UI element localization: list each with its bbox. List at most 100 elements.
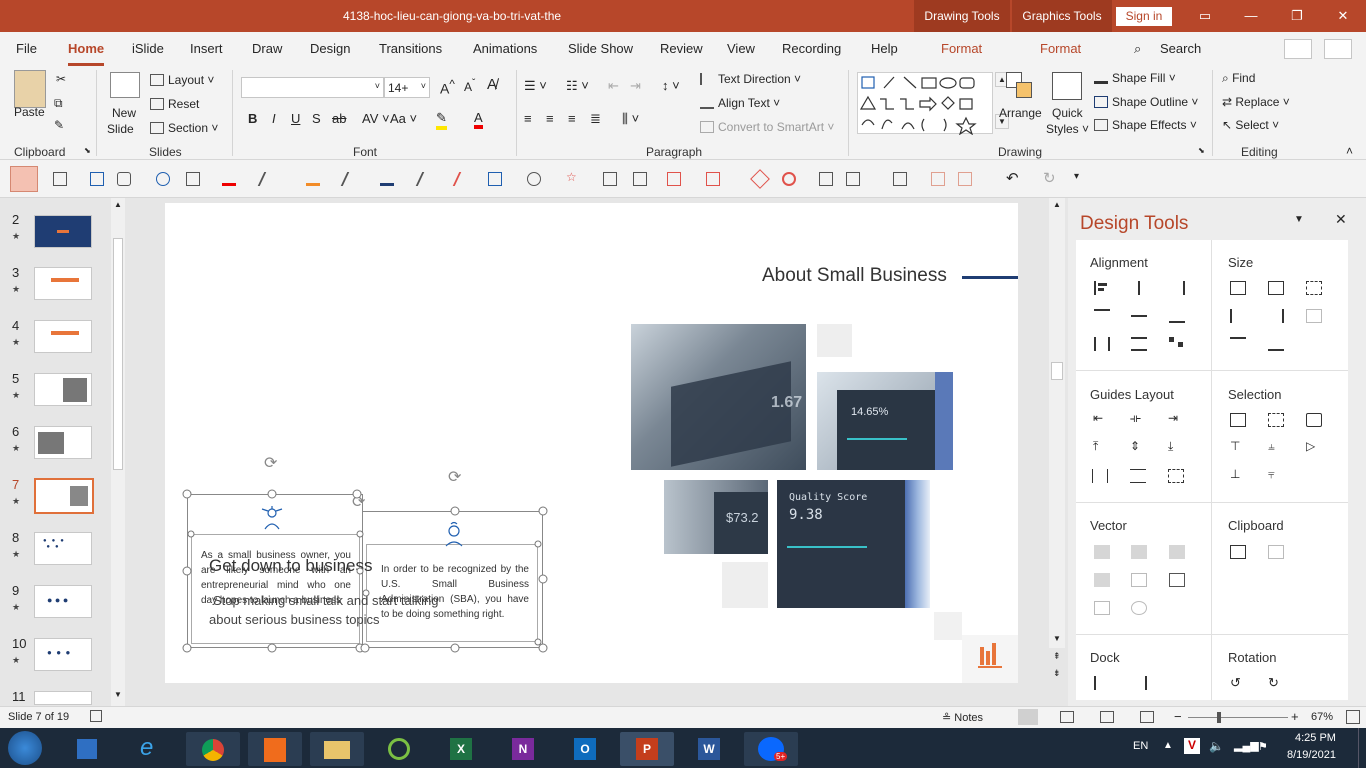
prev-slide-icon[interactable]: ⇞	[1053, 651, 1061, 662]
thumb-slide-5[interactable]	[34, 373, 92, 406]
align-center-objects-icon[interactable]	[1131, 281, 1147, 295]
tab-islide[interactable]: iSlide	[132, 41, 164, 56]
drawing-launcher-icon[interactable]: ⬊	[1198, 146, 1205, 155]
match-left-icon[interactable]	[1230, 309, 1246, 323]
underline-button[interactable]: U	[291, 111, 300, 126]
editor-scroll-thumb[interactable]	[1051, 362, 1063, 380]
align-left-objects-icon[interactable]	[1094, 281, 1110, 295]
replace-button[interactable]: ⇄ Replace ˅	[1222, 95, 1290, 109]
shapes-gallery[interactable]	[857, 72, 993, 136]
network-icon[interactable]: ▂▄▆	[1234, 739, 1259, 752]
font-name-input[interactable]: ˅	[241, 77, 384, 98]
align-center-icon[interactable]: ≡	[546, 111, 554, 126]
pane-options-icon[interactable]: ▼	[1294, 214, 1304, 225]
minimize-button[interactable]: —	[1228, 0, 1274, 32]
show-desktop-button[interactable]	[1358, 728, 1366, 768]
zoom-slider-thumb[interactable]	[1217, 712, 1221, 723]
accessibility-icon[interactable]	[90, 710, 102, 722]
shadow-button[interactable]: S	[312, 111, 321, 126]
arrange-icon[interactable]	[1006, 72, 1034, 100]
zoom-level[interactable]: 67%	[1311, 711, 1333, 723]
vector-text-icon[interactable]	[1094, 601, 1110, 615]
taskbar-word[interactable]: W	[682, 732, 736, 766]
crop-icon[interactable]	[603, 172, 617, 186]
select-check-icon[interactable]	[1306, 413, 1322, 427]
volume-icon[interactable]: 🔈	[1209, 739, 1224, 753]
tab-draw[interactable]: Draw	[252, 41, 282, 56]
guide-width-icon[interactable]	[1092, 469, 1108, 483]
guide-height-icon[interactable]	[1130, 469, 1146, 483]
font-size-input[interactable]: 14+ ˅	[384, 77, 430, 98]
image-icon[interactable]	[633, 172, 647, 186]
eyedropper-icon[interactable]	[257, 172, 279, 186]
guide-center-icon[interactable]: ⟛	[1130, 411, 1141, 426]
font-color-icon[interactable]: A	[474, 110, 483, 129]
table-icon[interactable]	[706, 172, 720, 186]
vector-subtract-icon[interactable]	[1131, 573, 1147, 587]
media-icon[interactable]	[667, 172, 681, 186]
paste-style-icon[interactable]	[1268, 545, 1284, 559]
format-painter-icon[interactable]: ✎	[54, 118, 64, 132]
select-bottom-icon[interactable]: ⊥	[1230, 467, 1240, 481]
zoom-in-icon[interactable]: +	[1291, 709, 1299, 724]
tab-format-graphics[interactable]: Format	[1040, 41, 1081, 56]
guide-bottom-icon[interactable]: ⤓	[1168, 439, 1173, 454]
paste-icon[interactable]	[14, 70, 46, 108]
zoom-slider[interactable]	[1188, 717, 1288, 718]
tab-insert[interactable]: Insert	[190, 41, 223, 56]
zoom-out-icon[interactable]: −	[1174, 709, 1182, 724]
bold-button[interactable]: B	[248, 111, 257, 126]
match-top-icon[interactable]	[1230, 337, 1246, 351]
guide-middle-icon[interactable]: ⇕	[1130, 439, 1140, 453]
new-slide-button-line2[interactable]: Slide	[107, 122, 134, 136]
textbox-icon[interactable]	[90, 172, 104, 186]
tab-view[interactable]: View	[727, 41, 755, 56]
match-right-icon[interactable]	[1268, 309, 1284, 323]
distribute-vertical-icon[interactable]	[1131, 337, 1147, 351]
shape-outline-button[interactable]: Shape Outline ˅	[1094, 95, 1198, 109]
sign-in-button[interactable]: Sign in	[1116, 7, 1172, 26]
normal-view-icon[interactable]	[1018, 709, 1038, 725]
cut-icon[interactable]: ✂	[56, 72, 66, 86]
line-color-icon[interactable]	[380, 172, 394, 186]
thumb-slide-3[interactable]	[34, 267, 92, 300]
bullets-icon[interactable]: ☰ ˅	[524, 78, 547, 94]
pane-close-icon[interactable]: ✕	[1335, 211, 1347, 228]
tab-transitions[interactable]: Transitions	[379, 41, 442, 56]
taskbar-ie[interactable]: e	[124, 732, 178, 766]
guide-right-icon[interactable]: ⇥	[1168, 411, 1178, 425]
clear-format-icon[interactable]: A̸	[487, 76, 497, 93]
collapse-ribbon-icon[interactable]: ˄	[1346, 144, 1353, 158]
same-width-icon[interactable]	[1230, 281, 1246, 295]
select-align-icon[interactable]: ⫨	[1268, 439, 1275, 454]
decrease-indent-icon[interactable]: ⇤	[608, 78, 619, 94]
vector-crop-icon[interactable]	[1169, 573, 1185, 587]
thumb-slide-8[interactable]: ● ● ● ● ●	[34, 532, 92, 565]
grow-font-icon[interactable]: A^	[440, 78, 455, 97]
align-right-objects-icon[interactable]	[1169, 281, 1185, 295]
guide-size-icon[interactable]	[1168, 469, 1184, 483]
arrange-button[interactable]: Arrange	[999, 106, 1042, 120]
reset-button[interactable]: Reset	[150, 97, 199, 111]
picture-icon[interactable]	[186, 172, 200, 186]
distribute-horizontal-icon[interactable]	[1094, 337, 1110, 351]
slide-layout-icon[interactable]	[819, 172, 833, 186]
copy-style-icon[interactable]	[1230, 545, 1246, 559]
select-top-icon[interactable]: ⊤	[1230, 439, 1240, 453]
vector-combine-icon[interactable]	[1131, 545, 1147, 559]
new-slide-icon[interactable]	[110, 72, 140, 98]
taskbar-media-player[interactable]	[60, 732, 114, 766]
vector-intersect-icon[interactable]	[1094, 573, 1110, 587]
thumb-slide-6[interactable]	[34, 426, 92, 459]
tab-help[interactable]: Help	[871, 41, 898, 56]
align-top-objects-icon[interactable]	[1094, 309, 1110, 323]
paste-button[interactable]: Paste	[14, 105, 45, 119]
tab-review[interactable]: Review	[660, 41, 703, 56]
screenshot-icon[interactable]	[893, 172, 907, 186]
taskbar-zalo[interactable]: 5+	[744, 732, 798, 766]
selection-handles[interactable]	[165, 203, 1018, 683]
tab-animations[interactable]: Animations	[473, 41, 537, 56]
thumb-slide-2[interactable]	[34, 215, 92, 248]
target-icon[interactable]	[782, 172, 796, 186]
select-same-icon[interactable]	[1230, 413, 1246, 427]
